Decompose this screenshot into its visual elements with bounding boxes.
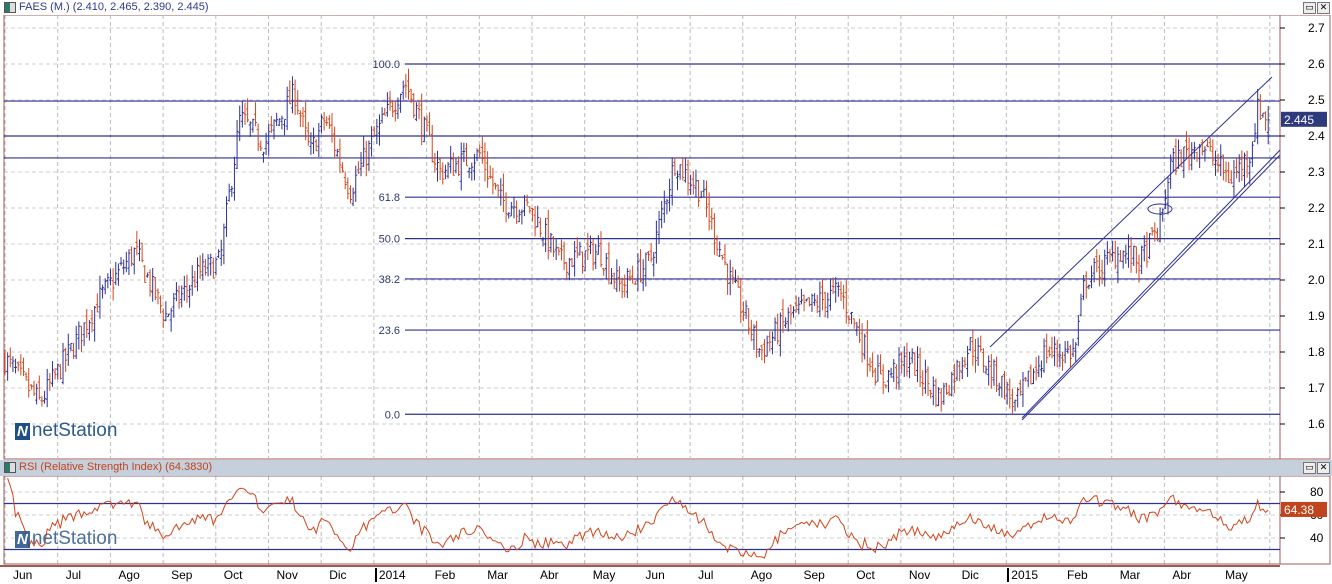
time-axis-label: 2015 [1007, 568, 1038, 582]
time-axis-label: Ago [750, 568, 773, 582]
rsi-last-value-label: 64.38 [1284, 503, 1314, 517]
price-tick-label: 2.4 [1308, 129, 1325, 143]
time-axis-label: Dic [329, 568, 347, 582]
rsi-tick-label: 80 [1310, 485, 1324, 499]
time-axis-label: Jul [65, 568, 82, 582]
time-axis-label: 2014 [374, 568, 406, 582]
rsi-chart[interactable]: 80604064.38 [0, 476, 1332, 565]
chart-icon [4, 2, 16, 13]
price-tick-label: 1.8 [1308, 345, 1325, 359]
fibonacci-level-label: 50.0 [379, 234, 400, 246]
main-panel-title: FAES (M.) (2.410, 2.465, 2.390, 2.445) [19, 1, 209, 13]
time-axis: Jun Jul Ago Sep Oct Nov Dic 2014 Feb Mar Abr May Jun… [0, 565, 1280, 584]
time-axis-label: Sep [803, 568, 825, 582]
time-axis-label: Sep [171, 568, 193, 582]
fibonacci-level-label: 38.2 [379, 274, 400, 286]
time-axis-label: Mar [1119, 568, 1141, 582]
main-panel-header: FAES (M.) (2.410, 2.465, 2.390, 2.445) ▭… [0, 0, 1332, 15]
time-axis-label: Jun [645, 568, 665, 582]
fibonacci-level-label: 100.0 [372, 59, 400, 71]
rsi-frame [3, 476, 1281, 565]
rsi-tick-label: 40 [1310, 531, 1324, 545]
price-tick-label: 2.1 [1308, 237, 1325, 251]
last-price-label: 2.445 [1284, 113, 1314, 127]
time-axis-label: Mar [487, 568, 508, 582]
plot-frame [3, 15, 1281, 460]
time-axis-label: Abr [1172, 568, 1192, 582]
price-chart[interactable]: 2.7 2.6 2.5 2.4 2.3 2.2 2.1 2.0 1.9 1.8 1.7 1.6 100.… [0, 15, 1332, 460]
time-axis-label: Feb [434, 568, 456, 582]
price-tick-label: 2.5 [1308, 93, 1325, 107]
time-axis-label: Jul [698, 568, 714, 582]
price-tick-label: 2.0 [1308, 273, 1325, 287]
rsi-close-button[interactable]: ✕ [1317, 462, 1330, 474]
chart-icon [4, 462, 16, 473]
price-tick-label: 2.6 [1308, 57, 1325, 71]
time-axis-label: Feb [1067, 568, 1088, 582]
time-axis-label: May [592, 568, 616, 582]
channel-lower-line [1021, 154, 1281, 421]
rsi-panel-header: RSI (Relative Strength Index) (64.3830) … [0, 460, 1332, 476]
netstation-logo: NnetStation [15, 420, 118, 441]
rsi-restore-button[interactable]: ▭ [1303, 462, 1316, 474]
fibonacci-level-label: 0.0 [385, 409, 400, 421]
close-button[interactable]: ✕ [1317, 2, 1330, 14]
time-axis-label: Jun [13, 568, 33, 582]
time-axis-label: Oct [856, 568, 875, 582]
time-axis-label: May [1225, 568, 1248, 582]
price-tick-label: 2.2 [1308, 201, 1325, 215]
time-axis-label: Dic [961, 568, 979, 582]
price-tick-label: 1.9 [1308, 309, 1325, 323]
price-tick-label: 2.7 [1308, 21, 1325, 35]
price-tick-label: 2.3 [1308, 165, 1325, 179]
channel-lower-line-2 [1021, 149, 1281, 419]
time-axis-label: Oct [223, 568, 243, 582]
netstation-logo-rsi: NnetStation [15, 528, 118, 549]
time-axis-label: Nov [908, 568, 931, 582]
price-tick-label: 1.6 [1308, 417, 1325, 431]
fibonacci-level-label: 23.6 [379, 325, 400, 337]
rsi-panel-title: RSI (Relative Strength Index) (64.3830) [19, 461, 213, 473]
price-tick-label: 1.7 [1308, 381, 1325, 395]
restore-button[interactable]: ▭ [1303, 2, 1316, 14]
time-axis-label: Abr [540, 568, 559, 582]
time-axis-label: Nov [276, 568, 298, 582]
time-axis-label: Ago [118, 568, 140, 582]
channel-upper-line [989, 76, 1273, 348]
fibonacci-level-label: 61.8 [379, 192, 400, 204]
